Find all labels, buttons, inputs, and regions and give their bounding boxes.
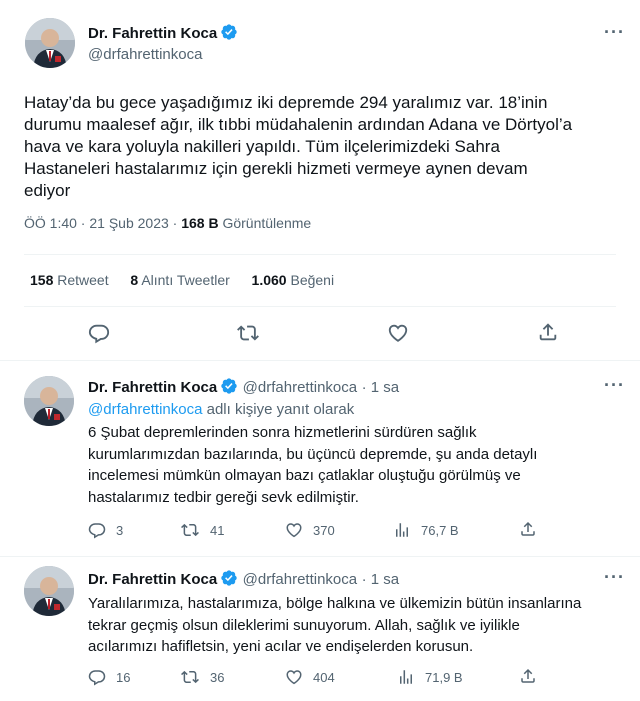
author-handle[interactable]: @drfahrettinkoca	[243, 571, 357, 588]
tweet-text-line: hava ve kara yoluyla nakilleri yapıldı. …	[24, 137, 500, 156]
retweets-label: Retweet	[57, 272, 109, 288]
tweet-meta: ÖÖ 1:40 · 21 Şub 2023 · 168 B Görüntülen…	[24, 215, 311, 231]
tweet-text-line: 6 Şubat depremlerinden sonra hizmetlerin…	[88, 424, 477, 441]
bar-chart-icon	[400, 670, 412, 684]
share-button[interactable]	[537, 321, 559, 348]
divider	[0, 556, 640, 557]
divider	[24, 306, 616, 307]
tweet-text-line: Hastaneleri hastalarımız için gerekli hi…	[24, 159, 528, 178]
heart-icon	[286, 523, 302, 538]
tweet-text: Yaralılarımıza, hastalarımıza, bölge hal…	[88, 593, 633, 658]
reply-header: Dr. Fahrettin Koca @drfahrettinkoca · 1 …	[88, 377, 399, 400]
reply-action[interactable]: 16	[88, 668, 130, 686]
tweet-time[interactable]: · 1 sa	[362, 571, 400, 588]
tweet-text-line: incelemesi mümkün olmayan bazı çatlaklar…	[88, 467, 521, 484]
divider	[0, 360, 640, 361]
bar-chart-icon	[396, 523, 408, 537]
likes-count: 1.060	[251, 272, 287, 288]
heart-icon	[388, 324, 408, 342]
verified-badge-icon	[220, 377, 238, 400]
likes-stat[interactable]: 1.060 Beğeni	[252, 272, 335, 288]
tweet-text-line: Hatay’da bu gece yaşadığımız iki depremd…	[24, 93, 548, 112]
reply-context: @drfahrettinkoca adlı kişiye yanıt olara…	[88, 400, 354, 420]
share-button[interactable]	[519, 520, 537, 543]
retweets-stat[interactable]: 158 Retweet	[30, 272, 109, 288]
share-icon	[521, 668, 535, 683]
like-count: 370	[313, 522, 335, 538]
quotes-count: 8	[130, 272, 139, 288]
author-name[interactable]: Dr. Fahrettin Koca	[88, 571, 217, 588]
view-count: 71,9 B	[425, 669, 463, 685]
author-handle[interactable]: @drfahrettinkoca	[243, 379, 357, 396]
tweet-text-line: kurumlarımızdan bazılarında, bu üçüncü d…	[88, 445, 538, 463]
reply-button[interactable]	[88, 322, 110, 349]
verified-badge-icon	[220, 569, 238, 592]
likes-label: Beğeni	[290, 272, 335, 288]
retweet-count: 41	[210, 522, 225, 538]
share-button[interactable]	[519, 667, 537, 690]
reply-count: 3	[116, 522, 124, 538]
reply-icon	[88, 324, 110, 344]
like-count: 404	[313, 669, 335, 685]
tweet-time[interactable]: ÖÖ 1:40 · 21 Şub 2023 ·	[24, 215, 177, 231]
more-options-icon[interactable]: ···	[604, 22, 625, 43]
reply-header: Dr. Fahrettin Koca @drfahrettinkoca · 1 …	[88, 569, 399, 592]
retweet-icon	[237, 325, 259, 341]
retweet-icon	[181, 670, 199, 684]
reply-action[interactable]: 3	[88, 521, 123, 539]
more-options-icon[interactable]: ···	[604, 375, 625, 396]
divider	[24, 254, 616, 255]
reply-to-suffix: adlı kişiye yanıt olarak	[206, 401, 355, 418]
retweet-button[interactable]	[236, 322, 260, 349]
tweet-text-line: durumu maalesef ağır, ilk tıbbi müdahale…	[24, 115, 573, 134]
quotes-stat[interactable]: 8 Alıntı Tweetler	[130, 272, 229, 288]
share-icon	[521, 521, 535, 536]
retweet-icon	[181, 523, 199, 537]
more-options-icon[interactable]: ···	[604, 567, 625, 588]
tweet-text-line: acılarımızı hafifletsin, yeni acılar ve …	[88, 638, 474, 655]
engagement-stats: 158 Retweet 8 Alıntı Tweetler 1.060 Beğe…	[30, 272, 334, 288]
views-count: 168 B	[181, 215, 219, 231]
view-count: 76,7 B	[421, 522, 459, 538]
like-button[interactable]	[387, 322, 409, 349]
views-action[interactable]: 71,9 B	[397, 668, 463, 686]
tweet-text-line: tekrar geçmiş olsun dileklerimi sunuyoru…	[88, 616, 520, 634]
like-action[interactable]: 370	[285, 521, 335, 539]
author-name[interactable]: Dr. Fahrettin Koca	[88, 379, 217, 396]
quotes-label: Alıntı Tweetler	[141, 272, 230, 288]
tweet-text-line: Yaralılarımıza, hastalarımıza, bölge hal…	[88, 595, 582, 612]
author-handle[interactable]: @drfahrettinkoca	[88, 46, 202, 63]
reply-icon	[88, 670, 106, 686]
retweet-count: 36	[210, 669, 225, 685]
retweets-count: 158	[30, 272, 54, 288]
avatar[interactable]	[24, 376, 74, 426]
reply-to-mention[interactable]: @drfahrettinkoca	[88, 401, 202, 418]
tweet-time[interactable]: · 1 sa	[362, 379, 400, 396]
tweet-text-line: ediyor	[24, 181, 71, 200]
retweet-action[interactable]: 36	[180, 668, 224, 686]
views-action[interactable]: 76,7 B	[393, 521, 459, 539]
heart-icon	[286, 670, 302, 685]
like-action[interactable]: 404	[285, 668, 335, 686]
tweet-text: 6 Şubat depremlerinden sonra hizmetlerin…	[88, 422, 628, 508]
tweet-text: Hatay’da bu gece yaşadığımız iki depremd…	[24, 92, 624, 202]
retweet-action[interactable]: 41	[180, 521, 224, 539]
author-name[interactable]: Dr. Fahrettin Koca	[88, 23, 238, 45]
reply-icon	[88, 523, 106, 539]
avatar[interactable]	[25, 18, 75, 68]
share-icon	[539, 323, 557, 341]
reply-count: 16	[116, 669, 131, 685]
views-label: Görüntülenme	[222, 215, 312, 231]
author-name-text[interactable]: Dr. Fahrettin Koca	[88, 25, 217, 42]
avatar[interactable]	[24, 566, 74, 616]
tweet-text-line: hastalarımız tedbir gereği sevk edilmişt…	[88, 488, 359, 506]
verified-badge-icon	[220, 23, 238, 45]
